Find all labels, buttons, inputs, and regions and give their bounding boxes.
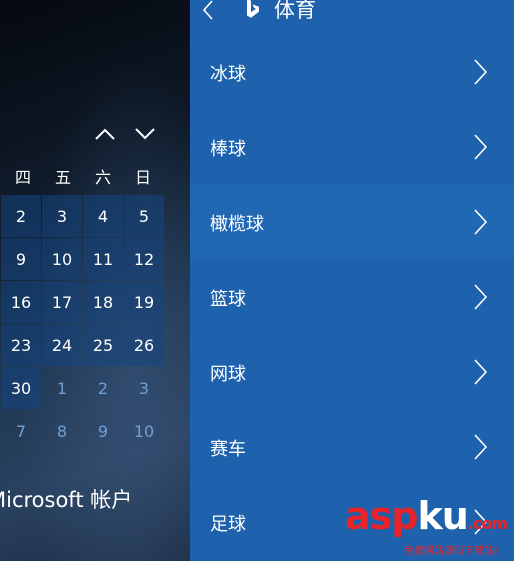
calendar-day-next-month[interactable]: 2 xyxy=(83,367,123,409)
page-title: 体育 xyxy=(274,0,316,22)
chevron-left-icon xyxy=(202,0,213,20)
calendar-day[interactable]: 3 xyxy=(42,195,82,237)
chevron-right-icon xyxy=(474,209,488,235)
calendar-day-next-month[interactable]: 8 xyxy=(42,410,82,452)
calendar-day[interactable]: 10 xyxy=(42,238,82,280)
sport-item-label: 橄榄球 xyxy=(210,214,264,235)
sport-item-label: 棒球 xyxy=(210,139,246,160)
aspku-watermark: aspku.com 免费网站源码下载站! xyxy=(345,497,510,557)
calendar-day-next-month[interactable]: 10 xyxy=(124,410,164,452)
weekday-sun: 日 xyxy=(134,168,151,187)
weekday-thu: 四 xyxy=(14,168,31,187)
calendar-day[interactable]: 23 xyxy=(1,324,41,366)
calendar-day[interactable]: 11 xyxy=(83,238,123,280)
sports-header: 体育 xyxy=(190,0,514,26)
watermark-part3: .com xyxy=(467,514,508,533)
calendar-day[interactable]: 24 xyxy=(42,324,82,366)
calendar-day[interactable]: 26 xyxy=(124,324,164,366)
sport-item-racing[interactable]: 赛车 xyxy=(190,410,514,484)
calendar-day[interactable]: 9 xyxy=(1,238,41,280)
calendar-day[interactable]: 25 xyxy=(83,324,123,366)
weekday-fri: 五 xyxy=(54,168,71,187)
previous-month-button[interactable] xyxy=(93,122,117,146)
calendar-day[interactable]: 17 xyxy=(42,281,82,323)
chevron-up-icon xyxy=(95,128,115,140)
chevron-down-icon xyxy=(135,128,155,140)
calendar-day-next-month[interactable]: 1 xyxy=(42,367,82,409)
sport-item-basketball[interactable]: 篮球 xyxy=(190,260,514,334)
watermark-logo: aspku.com xyxy=(345,494,508,538)
calendar-day[interactable]: 16 xyxy=(1,281,41,323)
sport-item-label: 足球 xyxy=(210,514,246,535)
bing-logo-icon xyxy=(247,0,259,18)
sport-item-football[interactable]: 橄榄球 xyxy=(190,185,514,259)
sports-menu-panel: 体育 冰球 棒球 橄榄球 篮球 网球 赛车 足球 xyxy=(190,0,514,561)
sport-item-label: 网球 xyxy=(210,364,246,385)
sport-item-label: 篮球 xyxy=(210,289,246,310)
sport-item-baseball[interactable]: 棒球 xyxy=(190,110,514,184)
microsoft-account-label[interactable]: Microsoft 帐户 xyxy=(0,484,132,514)
sport-item-hockey[interactable]: 冰球 xyxy=(190,35,514,109)
calendar-day[interactable]: 2 xyxy=(1,195,41,237)
calendar-day[interactable]: 12 xyxy=(124,238,164,280)
chevron-right-icon xyxy=(474,59,488,85)
calendar-day-next-month[interactable]: 9 xyxy=(83,410,123,452)
calendar-day-next-month[interactable]: 3 xyxy=(124,367,164,409)
weekday-sat: 六 xyxy=(94,168,111,187)
calendar-pane: 四 五 六 日 1 2 3 4 5 8 9 10 11 12 15 16 17 … xyxy=(0,0,190,561)
sport-item-tennis[interactable]: 网球 xyxy=(190,335,514,409)
chevron-right-icon xyxy=(474,284,488,310)
watermark-part1: asp xyxy=(345,494,418,538)
calendar-day[interactable]: 18 xyxy=(83,281,123,323)
sport-item-label: 冰球 xyxy=(210,64,246,85)
calendar-day[interactable]: 19 xyxy=(124,281,164,323)
watermark-part2: ku xyxy=(417,494,468,538)
calendar-grid: 1 2 3 4 5 8 9 10 11 12 15 16 17 18 19 22… xyxy=(0,195,164,452)
calendar-day-next-month[interactable]: 7 xyxy=(1,410,41,452)
calendar-day[interactable]: 4 xyxy=(83,195,123,237)
calendar-day[interactable]: 5 xyxy=(124,195,164,237)
chevron-right-icon xyxy=(474,434,488,460)
watermark-subtitle: 免费网站源码下载站! xyxy=(404,546,499,557)
sport-item-label: 赛车 xyxy=(210,439,246,460)
calendar-day[interactable]: 30 xyxy=(1,367,41,409)
chevron-right-icon xyxy=(474,359,488,385)
next-month-button[interactable] xyxy=(133,122,157,146)
back-button[interactable] xyxy=(198,0,218,22)
chevron-right-icon xyxy=(474,134,488,160)
